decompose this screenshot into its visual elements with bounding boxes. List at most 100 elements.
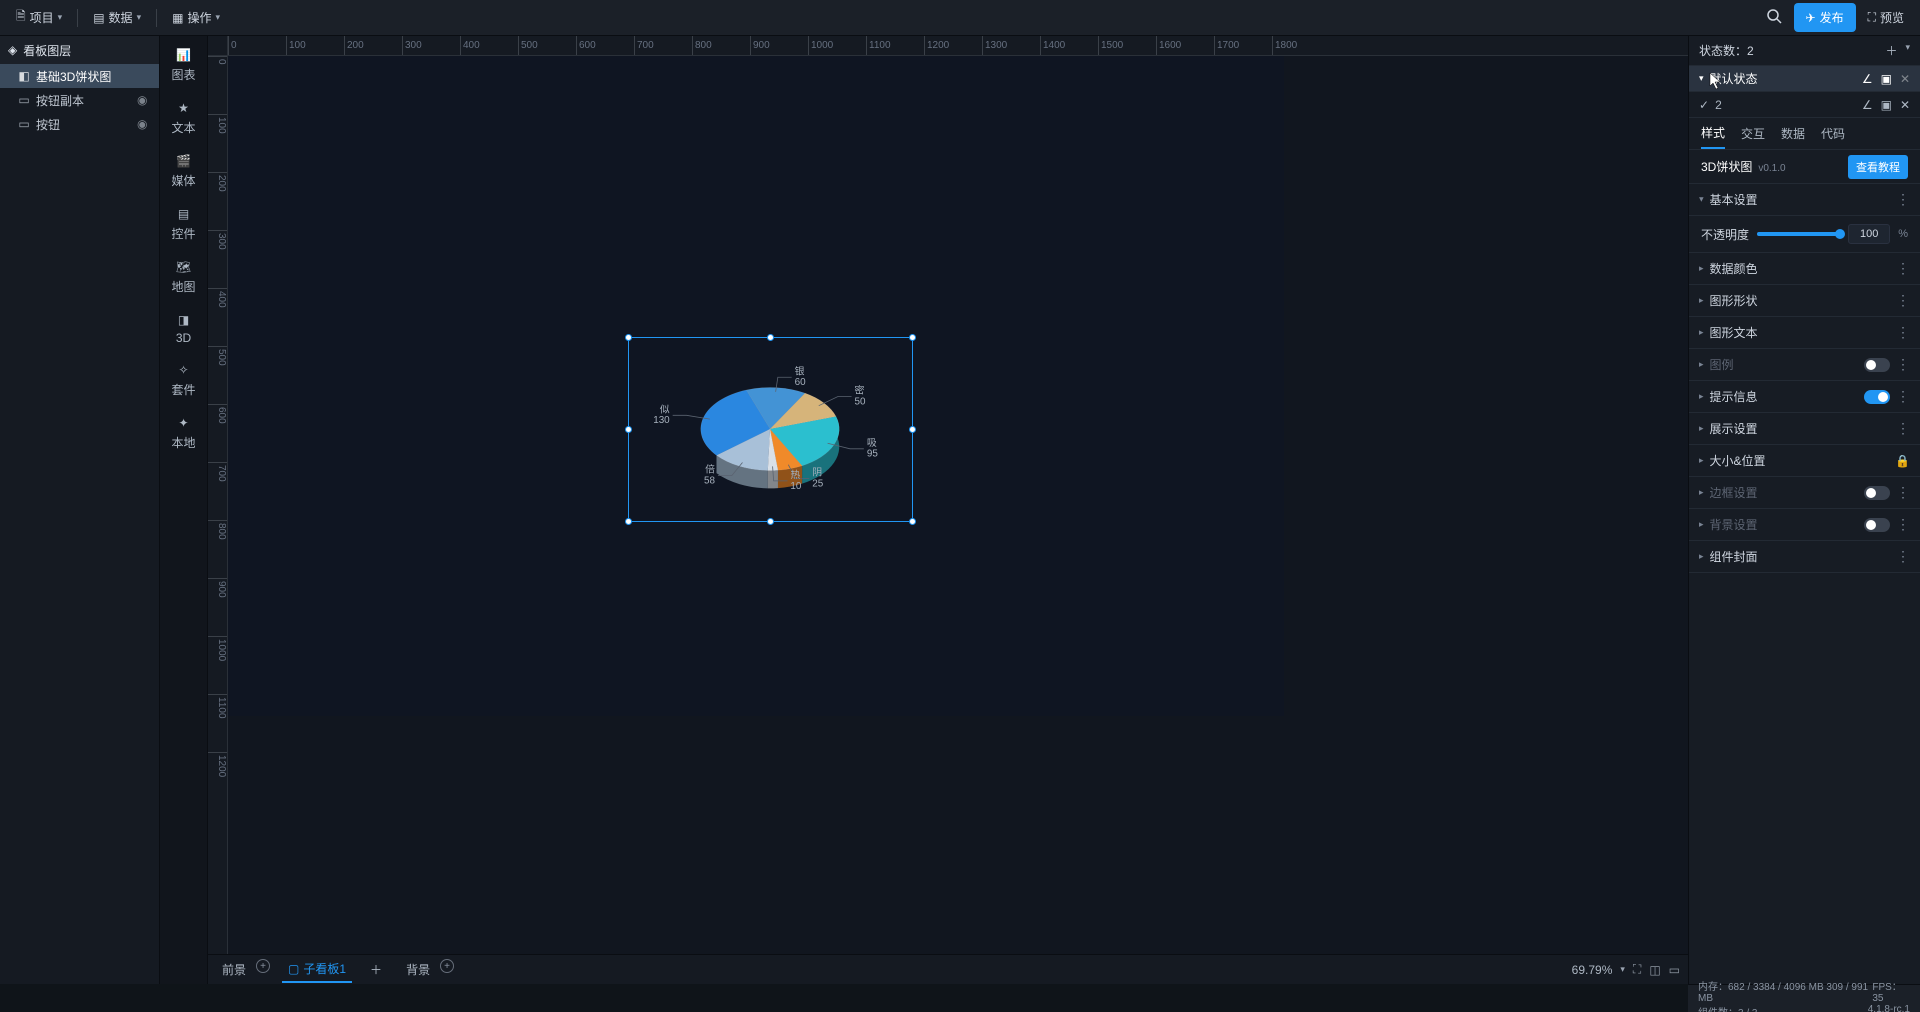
kit-icon: ✧ bbox=[175, 361, 193, 379]
layer-item-pie-chart[interactable]: ◧ 基础3D饼状图 bbox=[0, 64, 159, 88]
palette-media[interactable]: 🎬媒体 bbox=[164, 148, 204, 193]
file-icon: 🗎 bbox=[16, 7, 26, 28]
background-toggle[interactable] bbox=[1864, 518, 1890, 532]
fit-icon[interactable]: ⛶ bbox=[1633, 962, 1641, 977]
resize-handle[interactable] bbox=[767, 518, 774, 525]
section-label: 边框设置 bbox=[1710, 484, 1758, 501]
chevron-right-icon: ▸ bbox=[1699, 519, 1704, 530]
selection-box[interactable]: 银60密50吸95阴25热10倍58似130 bbox=[628, 337, 913, 522]
menu-data[interactable]: ▤ 数据 ▾ bbox=[85, 5, 149, 30]
palette-chart[interactable]: 📊图表 bbox=[164, 42, 204, 87]
section-basic[interactable]: ▸基本设置 ⋮ bbox=[1689, 184, 1920, 216]
section-tooltip[interactable]: ▸提示信息 ⋮ bbox=[1689, 381, 1920, 413]
close-icon[interactable]: ✕ bbox=[1900, 72, 1910, 86]
resize-handle[interactable] bbox=[767, 334, 774, 341]
canvas-area[interactable]: 0100200300400500600700800900100011001200… bbox=[208, 36, 1688, 984]
opacity-slider[interactable] bbox=[1757, 232, 1840, 236]
palette-label: 地图 bbox=[171, 278, 195, 295]
section-display[interactable]: ▸展示设置 ⋮ bbox=[1689, 413, 1920, 445]
state-row-2[interactable]: ✓ 2 ∠ ▣ ✕ bbox=[1689, 92, 1920, 118]
opacity-input[interactable] bbox=[1848, 224, 1890, 244]
tab-add[interactable]: ＋ bbox=[364, 957, 388, 982]
more-icon[interactable]: ⋮ bbox=[1896, 260, 1910, 277]
edit-icon[interactable]: ∠ bbox=[1862, 72, 1873, 86]
palette-local[interactable]: ✦本地 bbox=[164, 410, 204, 455]
resize-handle[interactable] bbox=[625, 426, 632, 433]
resize-handle[interactable] bbox=[909, 426, 916, 433]
add-state-button[interactable]: ＋ bbox=[1885, 42, 1897, 59]
edit-icon[interactable]: ∠ bbox=[1862, 98, 1873, 112]
palette-map[interactable]: 🗺地图 bbox=[164, 254, 204, 299]
add-scene-button[interactable]: + bbox=[256, 959, 270, 973]
resize-handle[interactable] bbox=[909, 334, 916, 341]
section-basic-body: 不透明度 % bbox=[1689, 216, 1920, 253]
more-icon[interactable]: ⋮ bbox=[1896, 388, 1910, 405]
visibility-icon[interactable]: ◉ bbox=[137, 117, 151, 131]
state-row-default[interactable]: ▾ 默认状态 ∠ ▣ ✕ bbox=[1689, 66, 1920, 92]
border-toggle[interactable] bbox=[1864, 486, 1890, 500]
tooltip-toggle[interactable] bbox=[1864, 390, 1890, 404]
tutorial-button[interactable]: 查看教程 bbox=[1848, 155, 1908, 179]
legend-toggle[interactable] bbox=[1864, 358, 1890, 372]
lock-icon[interactable]: 🔒 bbox=[1895, 454, 1910, 468]
tab-code[interactable]: 代码 bbox=[1821, 119, 1845, 148]
layer-item-label: 基础3D饼状图 bbox=[36, 68, 111, 85]
menu-bar: 🗎 项目 ▾ ▤ 数据 ▾ ▦ 操作 ▾ ✈ 发布 ⛶ 预览 bbox=[0, 0, 1920, 36]
rect-icon[interactable]: ▭ bbox=[1669, 963, 1680, 977]
slider-thumb[interactable] bbox=[1835, 229, 1845, 239]
tab-interaction[interactable]: 交互 bbox=[1741, 119, 1765, 148]
add-bg-button[interactable]: + bbox=[440, 959, 454, 973]
more-icon[interactable]: ⋮ bbox=[1896, 324, 1910, 341]
tab-child-board[interactable]: ▢子看板1 bbox=[282, 956, 352, 983]
tab-scene[interactable]: 前景 bbox=[216, 957, 252, 982]
zoom-percentage[interactable]: 69.79% bbox=[1572, 963, 1613, 977]
resize-handle[interactable] bbox=[909, 518, 916, 525]
section-size-pos[interactable]: ▸大小&位置 🔒 bbox=[1689, 445, 1920, 477]
section-legend[interactable]: ▸图例 ⋮ bbox=[1689, 349, 1920, 381]
palette-3d[interactable]: ◨3D bbox=[164, 307, 204, 349]
search-button[interactable] bbox=[1758, 4, 1790, 31]
tab-data[interactable]: 数据 bbox=[1781, 119, 1805, 148]
close-icon[interactable]: ✕ bbox=[1900, 98, 1910, 112]
section-background[interactable]: ▸背景设置 ⋮ bbox=[1689, 509, 1920, 541]
copy-icon[interactable]: ▣ bbox=[1881, 72, 1892, 86]
svg-text:似: 似 bbox=[660, 403, 670, 415]
more-icon[interactable]: ⋮ bbox=[1896, 356, 1910, 373]
palette-text[interactable]: ★文本 bbox=[164, 95, 204, 140]
chevron-down-icon[interactable]: ▾ bbox=[1620, 964, 1625, 975]
section-data-color[interactable]: ▸数据颜色 ⋮ bbox=[1689, 253, 1920, 285]
palette-kit[interactable]: ✧套件 bbox=[164, 357, 204, 402]
more-icon[interactable]: ⋮ bbox=[1896, 420, 1910, 437]
chevron-down-icon[interactable]: ▾ bbox=[1905, 42, 1910, 59]
more-icon[interactable]: ⋮ bbox=[1896, 292, 1910, 309]
more-icon[interactable]: ⋮ bbox=[1896, 516, 1910, 533]
tab-style[interactable]: 样式 bbox=[1701, 118, 1725, 149]
section-cover[interactable]: ▸组件封面 ⋮ bbox=[1689, 541, 1920, 573]
menu-actions[interactable]: ▦ 操作 ▾ bbox=[164, 5, 228, 30]
chevron-down-icon: ▾ bbox=[215, 12, 220, 23]
more-icon[interactable]: ⋮ bbox=[1896, 191, 1910, 208]
more-icon[interactable]: ⋮ bbox=[1896, 484, 1910, 501]
more-icon[interactable]: ⋮ bbox=[1896, 548, 1910, 565]
layer-item-button[interactable]: ▭ 按钮 ◉ bbox=[0, 112, 159, 136]
menu-project[interactable]: 🗎 项目 ▾ bbox=[8, 3, 70, 32]
copy-icon[interactable]: ▣ bbox=[1881, 98, 1892, 112]
state-name: 默认状态 bbox=[1710, 70, 1758, 87]
visibility-icon[interactable]: ◉ bbox=[137, 93, 151, 107]
layers-title: 看板图层 bbox=[23, 42, 71, 59]
canvas-stage[interactable]: 银60密50吸95阴25热10倍58似130 bbox=[228, 56, 1688, 954]
resize-handle[interactable] bbox=[625, 518, 632, 525]
section-shape[interactable]: ▸图形形状 ⋮ bbox=[1689, 285, 1920, 317]
chevron-right-icon: ▸ bbox=[1699, 295, 1704, 306]
preview-button[interactable]: ⛶ 预览 bbox=[1860, 5, 1912, 30]
tab-background[interactable]: 背景 bbox=[400, 957, 436, 982]
menu-project-label: 项目 bbox=[30, 9, 54, 26]
publish-button[interactable]: ✈ 发布 bbox=[1794, 3, 1856, 32]
section-border[interactable]: ▸边框设置 ⋮ bbox=[1689, 477, 1920, 509]
chevron-right-icon: ▸ bbox=[1699, 327, 1704, 338]
palette-control[interactable]: ▤控件 bbox=[164, 201, 204, 246]
center-icon[interactable]: ◫ bbox=[1649, 963, 1660, 977]
resize-handle[interactable] bbox=[625, 334, 632, 341]
layer-item-button-copy[interactable]: ▭ 按钮副本 ◉ bbox=[0, 88, 159, 112]
section-text[interactable]: ▸图形文本 ⋮ bbox=[1689, 317, 1920, 349]
